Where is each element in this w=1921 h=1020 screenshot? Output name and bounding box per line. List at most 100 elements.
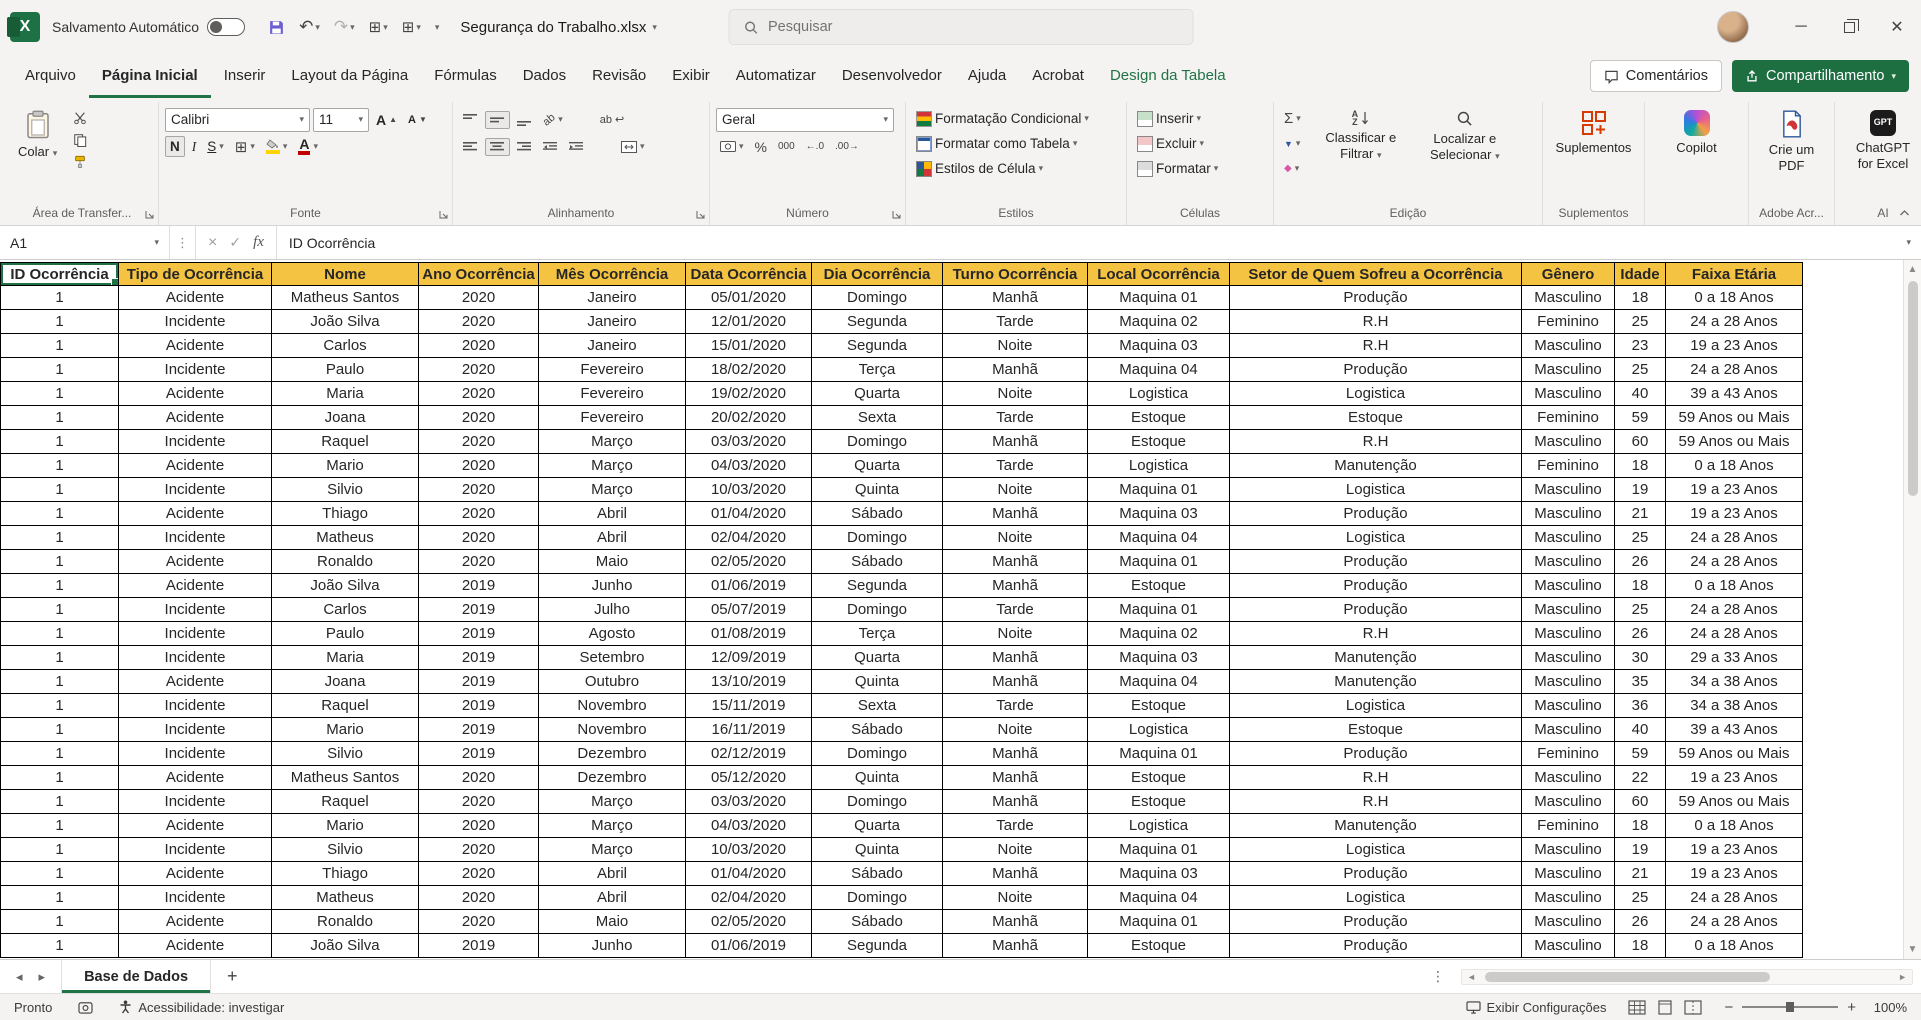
table-cell[interactable]: Feminino bbox=[1522, 406, 1615, 430]
table-cell[interactable]: Segunda bbox=[812, 334, 943, 358]
table-cell[interactable]: Logistica bbox=[1230, 478, 1522, 502]
table-cell[interactable]: 19 a 23 Anos bbox=[1666, 862, 1803, 886]
table-cell[interactable]: Tarde bbox=[943, 814, 1088, 838]
table-cell[interactable]: Manhã bbox=[943, 430, 1088, 454]
table-cell[interactable]: 1 bbox=[0, 934, 119, 958]
table-cell[interactable]: 03/03/2020 bbox=[686, 790, 812, 814]
table-cell[interactable]: 2020 bbox=[419, 766, 539, 790]
table-cell[interactable]: 1 bbox=[0, 742, 119, 766]
format-as-table-button[interactable]: Formatar como Tabela ▾ bbox=[912, 131, 1120, 156]
table-cell[interactable]: Domingo bbox=[812, 886, 943, 910]
table-cell[interactable]: Quinta bbox=[812, 478, 943, 502]
ribbon-tab-ajuda[interactable]: Ajuda bbox=[955, 54, 1019, 98]
table-cell[interactable]: Incidente bbox=[119, 526, 272, 550]
table-cell[interactable]: Masculino bbox=[1522, 694, 1615, 718]
table-cell[interactable]: 12/01/2020 bbox=[686, 310, 812, 334]
table-cell[interactable]: 19 bbox=[1615, 838, 1666, 862]
table-cell[interactable]: Sábado bbox=[812, 718, 943, 742]
table-cell[interactable]: Masculino bbox=[1522, 598, 1615, 622]
table-cell[interactable]: Manhã bbox=[943, 574, 1088, 598]
table-cell[interactable]: 01/08/2019 bbox=[686, 622, 812, 646]
table-cell[interactable]: Incidente bbox=[119, 598, 272, 622]
table-cell[interactable]: 1 bbox=[0, 454, 119, 478]
table-cell[interactable]: 2020 bbox=[419, 382, 539, 406]
table-cell[interactable]: 2019 bbox=[419, 622, 539, 646]
column-header-4[interactable]: Mês Ocorrência bbox=[539, 262, 686, 286]
table-cell[interactable]: Manutenção bbox=[1230, 646, 1522, 670]
table-cell[interactable]: 2020 bbox=[419, 862, 539, 886]
normal-view-button[interactable] bbox=[1628, 1000, 1646, 1015]
fill-color-button[interactable]: ▾ bbox=[262, 137, 292, 156]
table-cell[interactable]: Maquina 04 bbox=[1088, 670, 1230, 694]
table-cell[interactable]: Logistica bbox=[1230, 886, 1522, 910]
vertical-scrollbar-thumb[interactable] bbox=[1908, 281, 1918, 496]
table-cell[interactable]: Masculino bbox=[1522, 718, 1615, 742]
table-cell[interactable]: 1 bbox=[0, 526, 119, 550]
share-button[interactable]: Compartilhamento ▾ bbox=[1732, 60, 1909, 92]
table-cell[interactable]: 24 a 28 Anos bbox=[1666, 910, 1803, 934]
sheet-bar-more-button[interactable]: ⋮ bbox=[1423, 968, 1453, 985]
table-cell[interactable]: Domingo bbox=[812, 742, 943, 766]
table-cell[interactable]: 2019 bbox=[419, 574, 539, 598]
table-cell[interactable]: 04/03/2020 bbox=[686, 814, 812, 838]
table-cell[interactable]: Sábado bbox=[812, 550, 943, 574]
scroll-up-arrow[interactable]: ▲ bbox=[1908, 260, 1918, 279]
grow-font-button[interactable]: A▲ bbox=[372, 112, 401, 128]
table-cell[interactable]: Maquina 01 bbox=[1088, 286, 1230, 310]
table-cell[interactable]: 59 Anos ou Mais bbox=[1666, 790, 1803, 814]
column-header-0[interactable]: ID Ocorrência bbox=[0, 262, 119, 286]
table-cell[interactable]: Março bbox=[539, 790, 686, 814]
table-cell[interactable]: Noite bbox=[943, 382, 1088, 406]
horizontal-scrollbar-track[interactable] bbox=[1481, 971, 1893, 983]
table-cell[interactable]: 01/04/2020 bbox=[686, 862, 812, 886]
collapse-ribbon-button[interactable] bbox=[1898, 209, 1911, 217]
table-cell[interactable]: 2019 bbox=[419, 718, 539, 742]
table-cell[interactable]: Masculino bbox=[1522, 358, 1615, 382]
table-cell[interactable]: 0 a 18 Anos bbox=[1666, 934, 1803, 958]
table-cell[interactable]: Noite bbox=[943, 478, 1088, 502]
ribbon-tab-página-inicial[interactable]: Página Inicial bbox=[89, 54, 211, 98]
table-cell[interactable]: 34 a 38 Anos bbox=[1666, 694, 1803, 718]
table-cell[interactable]: Janeiro bbox=[539, 286, 686, 310]
table-cell[interactable]: 1 bbox=[0, 622, 119, 646]
table-cell[interactable]: Masculino bbox=[1522, 838, 1615, 862]
table-cell[interactable]: Masculino bbox=[1522, 430, 1615, 454]
table-cell[interactable]: Sexta bbox=[812, 406, 943, 430]
table-cell[interactable]: Masculino bbox=[1522, 862, 1615, 886]
table-cell[interactable]: Ronaldo bbox=[272, 910, 419, 934]
table-cell[interactable]: 2020 bbox=[419, 814, 539, 838]
table-cell[interactable]: Logistica bbox=[1088, 814, 1230, 838]
table-cell[interactable]: Maquina 01 bbox=[1088, 550, 1230, 574]
align-right-button[interactable] bbox=[513, 139, 536, 155]
table-cell[interactable]: Domingo bbox=[812, 430, 943, 454]
table-cell[interactable]: 1 bbox=[0, 334, 119, 358]
table-cell[interactable]: 15/01/2020 bbox=[686, 334, 812, 358]
table-cell[interactable]: Masculino bbox=[1522, 646, 1615, 670]
table-cell[interactable]: 19 bbox=[1615, 478, 1666, 502]
table-cell[interactable]: Domingo bbox=[812, 790, 943, 814]
table-cell[interactable]: 59 Anos ou Mais bbox=[1666, 406, 1803, 430]
table-cell[interactable]: Maquina 01 bbox=[1088, 478, 1230, 502]
table-cell[interactable]: 2020 bbox=[419, 358, 539, 382]
table-cell[interactable]: Maquina 03 bbox=[1088, 646, 1230, 670]
table-cell[interactable]: Segunda bbox=[812, 310, 943, 334]
table-cell[interactable]: Manhã bbox=[943, 550, 1088, 574]
table-cell[interactable]: Produção bbox=[1230, 934, 1522, 958]
table-cell[interactable]: Domingo bbox=[812, 526, 943, 550]
macro-record-button[interactable] bbox=[78, 1001, 93, 1014]
table-cell[interactable]: Tarde bbox=[943, 454, 1088, 478]
table-cell[interactable]: Estoque bbox=[1088, 430, 1230, 454]
table-cell[interactable]: 25 bbox=[1615, 886, 1666, 910]
table-cell[interactable]: 0 a 18 Anos bbox=[1666, 814, 1803, 838]
table-cell[interactable]: 2020 bbox=[419, 334, 539, 358]
table-cell[interactable]: 2019 bbox=[419, 670, 539, 694]
table-cell[interactable]: Masculino bbox=[1522, 286, 1615, 310]
table-cell[interactable]: 02/12/2019 bbox=[686, 742, 812, 766]
table-cell[interactable]: 19 a 23 Anos bbox=[1666, 478, 1803, 502]
table-cell[interactable]: Produção bbox=[1230, 502, 1522, 526]
table-cell[interactable]: 1 bbox=[0, 358, 119, 382]
table-cell[interactable]: Maria bbox=[272, 382, 419, 406]
scroll-down-arrow[interactable]: ▼ bbox=[1908, 940, 1918, 959]
copilot-button[interactable]: Copilot bbox=[1651, 106, 1742, 160]
column-header-12[interactable]: Faixa Etária bbox=[1666, 262, 1803, 286]
